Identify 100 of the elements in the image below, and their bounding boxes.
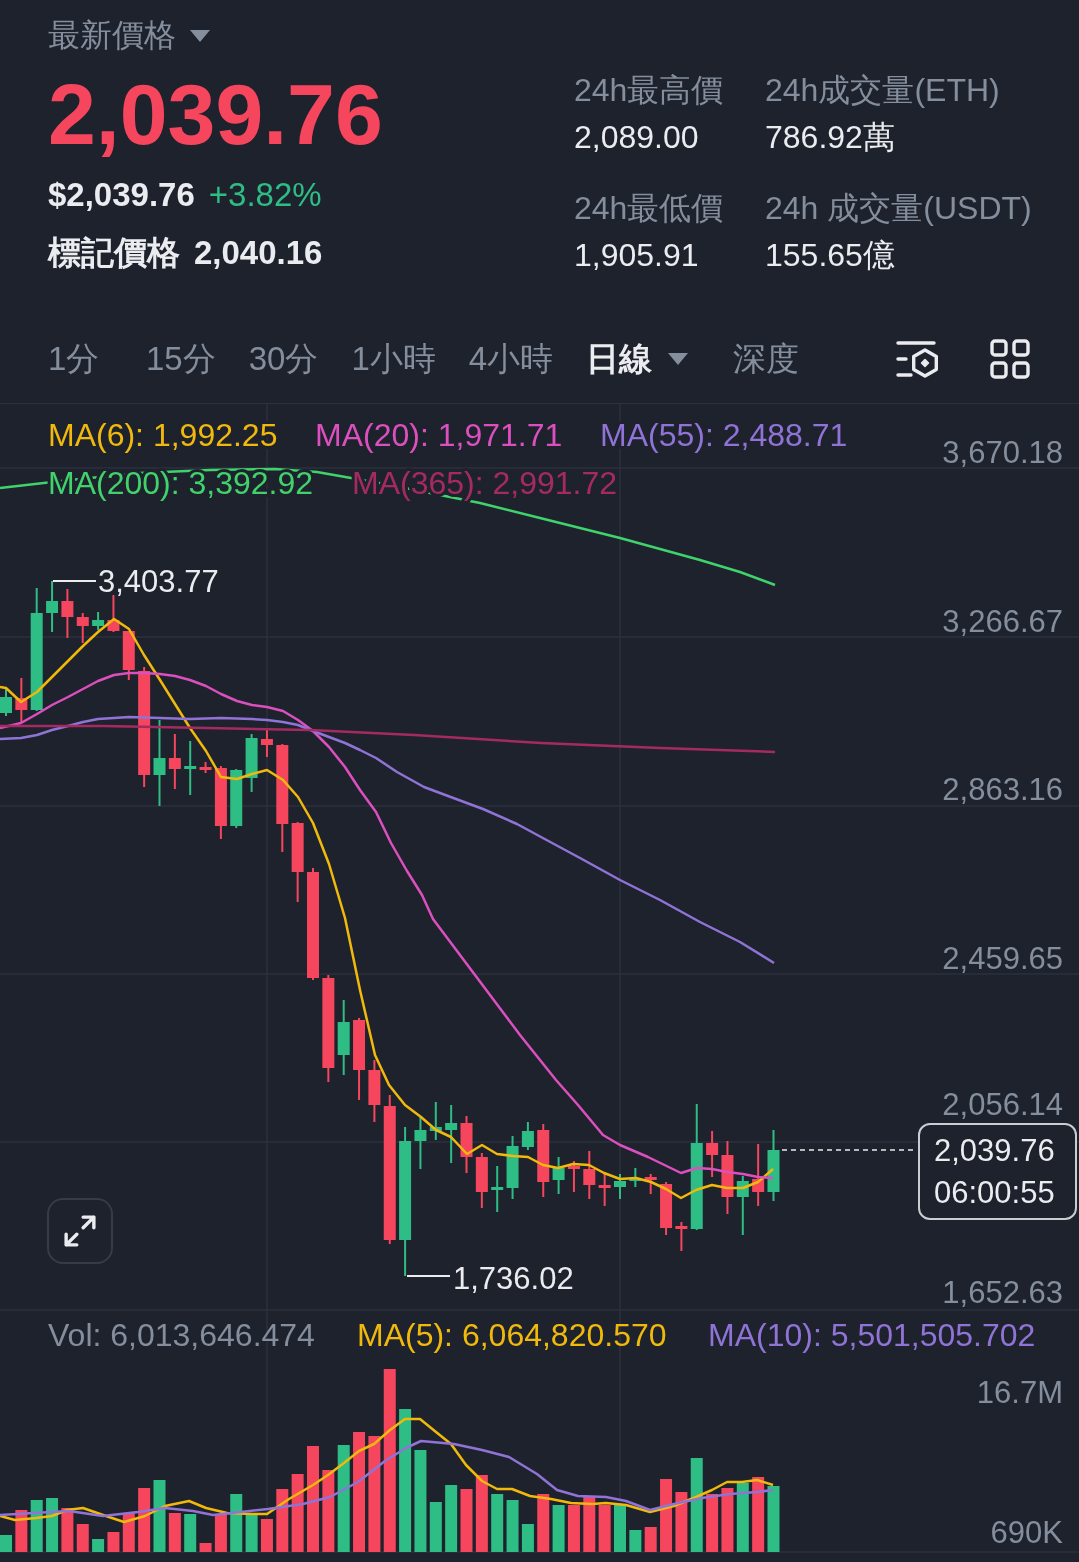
price-axis-label: 2,056.14	[942, 1087, 1063, 1122]
volume-bar	[598, 1505, 611, 1552]
candle	[552, 1156, 565, 1195]
volume-bar	[721, 1488, 734, 1552]
price-change: +3.82%	[208, 175, 322, 215]
candle	[567, 1160, 580, 1193]
volume-legend: MA(10): 5,501,505.702	[708, 1316, 1036, 1353]
price-axis-label: 3,670.18	[942, 435, 1063, 470]
candle	[675, 1221, 688, 1252]
leader-line	[406, 1275, 451, 1277]
volume-bar	[168, 1513, 181, 1552]
stat-value: 2,089.00	[574, 118, 700, 157]
mark-price-value: 2,040.16	[194, 233, 323, 273]
volume-bar	[537, 1494, 550, 1552]
price-axis-label: 2,863.16	[942, 772, 1063, 807]
volume-bar	[460, 1489, 473, 1552]
mark-price-label: 標記價格	[48, 233, 180, 273]
candle	[260, 729, 273, 758]
candle	[491, 1165, 504, 1213]
chart-tab[interactable]: 30分	[248, 336, 319, 381]
candle	[583, 1150, 596, 1200]
candle	[0, 687, 12, 717]
stat-value: 155.65億	[765, 236, 896, 275]
candle	[460, 1115, 473, 1174]
candle	[107, 594, 120, 633]
usd-price: $2,039.76	[48, 175, 195, 215]
price-type-dropdown[interactable]: 最新價格	[48, 14, 210, 58]
candle	[506, 1135, 519, 1200]
candle	[752, 1143, 765, 1207]
high-price-label: 3,403.77	[98, 564, 219, 599]
caret-icon	[190, 30, 210, 42]
volume-bar	[491, 1494, 504, 1552]
price-axis-label: 2,459.65	[942, 941, 1063, 976]
volume-bar	[276, 1489, 289, 1552]
volume-bar	[736, 1483, 749, 1552]
expand-icon	[64, 1215, 96, 1247]
chart-tab[interactable]: 日線	[586, 336, 689, 381]
candle	[614, 1173, 626, 1200]
volume-legend: MA(5): 6,064,820.570	[357, 1316, 667, 1353]
candle	[629, 1167, 642, 1188]
volume-bar	[445, 1485, 458, 1552]
volume-bar	[629, 1530, 642, 1552]
chart-tab[interactable]: 15分	[146, 336, 216, 381]
volume-legend: Vol: 6,013,646.474	[48, 1316, 315, 1353]
leader-line	[52, 580, 97, 582]
low-price-label: 1,736.02	[453, 1261, 574, 1296]
volume-bar	[644, 1527, 657, 1552]
candle	[475, 1152, 488, 1209]
candle	[61, 588, 74, 639]
candle	[429, 1101, 442, 1141]
stat-label: 24h最高價	[574, 71, 725, 110]
volume-bar	[0, 1535, 12, 1552]
caret-icon	[668, 352, 689, 365]
volume-bar	[506, 1500, 519, 1552]
candle	[168, 733, 181, 790]
chart-tab[interactable]: 4小時	[468, 336, 554, 381]
volume-bar	[675, 1492, 688, 1552]
expand-button[interactable]	[47, 1198, 113, 1264]
volume-bar	[429, 1502, 442, 1552]
volume-bar	[583, 1497, 596, 1552]
candle	[92, 611, 105, 631]
candle	[521, 1121, 534, 1151]
volume-bar	[260, 1519, 273, 1552]
candle	[245, 733, 258, 793]
candle	[46, 580, 59, 633]
volume-bar	[199, 1543, 212, 1552]
volume-bar	[614, 1505, 626, 1552]
volume-axis-label: 16.7M	[976, 1375, 1063, 1410]
countdown-timer: 06:00:55	[934, 1174, 1055, 1212]
volume-bar	[567, 1505, 580, 1552]
chart-tab[interactable]: 1小時	[351, 336, 436, 381]
ma-legend: MA(6): 1,992.25	[48, 416, 278, 453]
candle	[445, 1104, 458, 1164]
volume-bar	[184, 1514, 197, 1552]
lines-hexagon-icon[interactable]	[896, 338, 940, 379]
chart-tab[interactable]: 深度	[733, 336, 800, 381]
ma-legend: MA(20): 1,971.71	[315, 416, 563, 453]
candle	[76, 612, 89, 644]
stat-value: 786.92萬	[765, 118, 896, 157]
stat-label: 24h 成交量(USDT)	[765, 189, 1032, 228]
volume-bar	[76, 1524, 89, 1552]
candle	[184, 740, 197, 796]
volume-axis-label: 690K	[990, 1515, 1063, 1550]
volume-bar	[30, 1500, 43, 1552]
candle	[736, 1175, 749, 1236]
grid-icon[interactable]	[990, 338, 1030, 379]
candle	[660, 1181, 673, 1236]
candle	[122, 630, 135, 681]
stat-label: 24h最低價	[574, 189, 725, 228]
volume-bar	[521, 1524, 534, 1552]
volume-bar	[61, 1508, 74, 1552]
stat-value: 1,905.91	[574, 236, 700, 275]
volume-bar	[706, 1494, 719, 1552]
volume-bar	[46, 1498, 59, 1552]
ma-legend: MA(200): 3,392.92	[48, 465, 314, 501]
volume-bar	[153, 1480, 166, 1552]
candle	[706, 1130, 719, 1178]
chart-tab[interactable]: 1分	[48, 336, 113, 381]
current-price: 2,039.76	[934, 1132, 1055, 1170]
candle	[230, 768, 243, 829]
